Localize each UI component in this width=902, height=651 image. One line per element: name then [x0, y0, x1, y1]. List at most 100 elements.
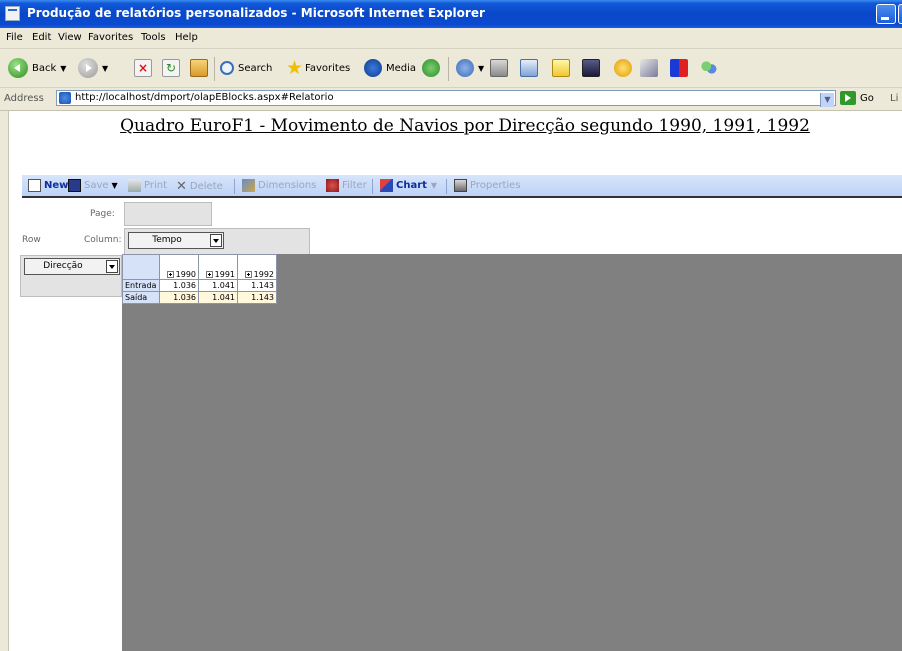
- delete-label: Delete: [189, 181, 223, 192]
- back-arrow-icon: [8, 58, 28, 78]
- ie-window-icon[interactable]: [5, 6, 20, 21]
- back-button[interactable]: Back ▼: [8, 57, 66, 79]
- forward-arrow-icon: [78, 58, 98, 78]
- media-button[interactable]: Media: [364, 57, 416, 79]
- data-cell[interactable]: 1.036: [159, 291, 199, 304]
- address-input[interactable]: http://localhost/dmport/olapEBlocks.aspx…: [56, 90, 836, 107]
- menu-help[interactable]: Help: [175, 32, 198, 43]
- row-drop-zone[interactable]: Direcção: [20, 255, 122, 297]
- address-bar: Address http://localhost/dmport/olapEBlo…: [0, 88, 902, 111]
- row-dimension-direccao[interactable]: Direcção: [24, 258, 120, 275]
- messenger-button[interactable]: [582, 57, 600, 79]
- menu-favorites[interactable]: Favorites: [88, 32, 133, 43]
- search-label: Search: [238, 62, 273, 74]
- edit-button[interactable]: [520, 57, 538, 79]
- dropdown-arrow-icon[interactable]: [210, 234, 222, 247]
- data-cell[interactable]: 1.041: [198, 279, 238, 292]
- table-row: Saída 1.036 1.041 1.143: [122, 291, 277, 304]
- people-button[interactable]: [700, 57, 718, 79]
- history-button[interactable]: [422, 57, 440, 79]
- menu-tools[interactable]: Tools: [141, 32, 166, 43]
- chart-icon: [380, 179, 393, 192]
- stop-icon: ×: [134, 59, 152, 77]
- printer-icon: [128, 179, 141, 192]
- column-dimension-tempo[interactable]: Tempo: [128, 232, 224, 249]
- star-icon: ★: [286, 57, 304, 79]
- column-header-1990[interactable]: 1990: [159, 254, 199, 280]
- pivot-table: 1990 1991 1992 Entrada 1.036 1.041 1.143…: [122, 254, 277, 304]
- stop-button[interactable]: ×: [134, 57, 152, 79]
- new-document-icon: [28, 179, 41, 192]
- column-header-1991[interactable]: 1991: [198, 254, 238, 280]
- address-label: Address: [4, 93, 44, 104]
- note-icon: [552, 59, 570, 77]
- column-drop-zone[interactable]: Tempo: [124, 228, 310, 255]
- tool-button[interactable]: [640, 57, 658, 79]
- dropdown-arrow-icon[interactable]: [106, 260, 118, 273]
- chevron-down-icon: ▼: [478, 63, 485, 73]
- data-cell[interactable]: 1.143: [237, 291, 277, 304]
- print-toolbar-button[interactable]: [490, 57, 508, 79]
- save-disk-icon: [68, 179, 81, 192]
- column-header-label: 1990: [175, 270, 196, 279]
- favorites-label: Favorites: [305, 62, 351, 74]
- delete-x-icon: ✕: [176, 179, 187, 194]
- properties-icon: [454, 179, 467, 192]
- minimize-button[interactable]: [876, 4, 896, 24]
- addon-button[interactable]: [670, 57, 688, 79]
- mail-button[interactable]: ▼: [456, 57, 484, 79]
- delete-button[interactable]: ✕ Delete: [176, 179, 223, 194]
- refresh-button[interactable]: ↻: [162, 57, 180, 79]
- edit-page-icon: [520, 59, 538, 77]
- report-title: Quadro EuroF1 - Movimento de Navios por …: [120, 116, 810, 136]
- search-icon: [220, 61, 234, 75]
- window-title: Produção de relatórios personalizados - …: [27, 6, 485, 20]
- row-header-saida[interactable]: Saída: [122, 291, 160, 304]
- address-dropdown-icon[interactable]: ▼: [820, 93, 834, 107]
- calculator-icon: [582, 59, 600, 77]
- menu-view[interactable]: View: [58, 32, 82, 43]
- search-button[interactable]: Search: [220, 57, 272, 79]
- column-header-1992[interactable]: 1992: [237, 254, 277, 280]
- expand-icon[interactable]: [205, 271, 213, 278]
- data-cell[interactable]: 1.143: [237, 279, 277, 292]
- chart-button[interactable]: Chart ▼: [380, 179, 437, 192]
- column-dimension-label: Tempo: [152, 235, 182, 245]
- mail-icon: [456, 59, 474, 77]
- ie-page-icon: [59, 92, 71, 104]
- menu-edit[interactable]: Edit: [32, 32, 51, 43]
- new-button[interactable]: New: [28, 179, 68, 192]
- properties-button[interactable]: Properties: [454, 179, 521, 192]
- save-button[interactable]: Save ▼: [68, 179, 118, 192]
- data-cell[interactable]: 1.036: [159, 279, 199, 292]
- expand-icon[interactable]: [244, 271, 252, 278]
- data-cell[interactable]: 1.041: [198, 291, 238, 304]
- dimensions-label: Dimensions: [258, 180, 317, 191]
- maximize-button[interactable]: [898, 4, 902, 24]
- row-header-entrada[interactable]: Entrada: [122, 279, 160, 292]
- new-label: New: [44, 180, 69, 191]
- go-button[interactable]: Go: [840, 91, 874, 105]
- smiley-button[interactable]: [614, 57, 632, 79]
- back-label: Back: [32, 62, 57, 74]
- go-label: Go: [860, 92, 874, 104]
- expand-icon[interactable]: [166, 271, 174, 278]
- menu-file[interactable]: File: [6, 32, 23, 43]
- print-label: Print: [144, 180, 168, 191]
- dimensions-icon: [242, 179, 255, 192]
- dimensions-button[interactable]: Dimensions: [242, 179, 316, 192]
- discuss-button[interactable]: [552, 57, 570, 79]
- home-button[interactable]: [190, 57, 208, 79]
- page-drop-zone[interactable]: [124, 202, 212, 226]
- links-label[interactable]: Li: [890, 93, 898, 104]
- filter-button[interactable]: Filter: [326, 179, 367, 192]
- properties-label: Properties: [470, 180, 521, 191]
- addon-icon: [670, 59, 688, 77]
- print-button[interactable]: Print: [128, 179, 167, 192]
- column-header-label: 1991: [214, 270, 235, 279]
- forward-button[interactable]: ▼: [78, 57, 108, 79]
- favorites-button[interactable]: ★ Favorites: [286, 57, 350, 79]
- filter-icon: [326, 179, 339, 192]
- people-icon: [700, 59, 718, 77]
- window-left-border: [0, 111, 9, 651]
